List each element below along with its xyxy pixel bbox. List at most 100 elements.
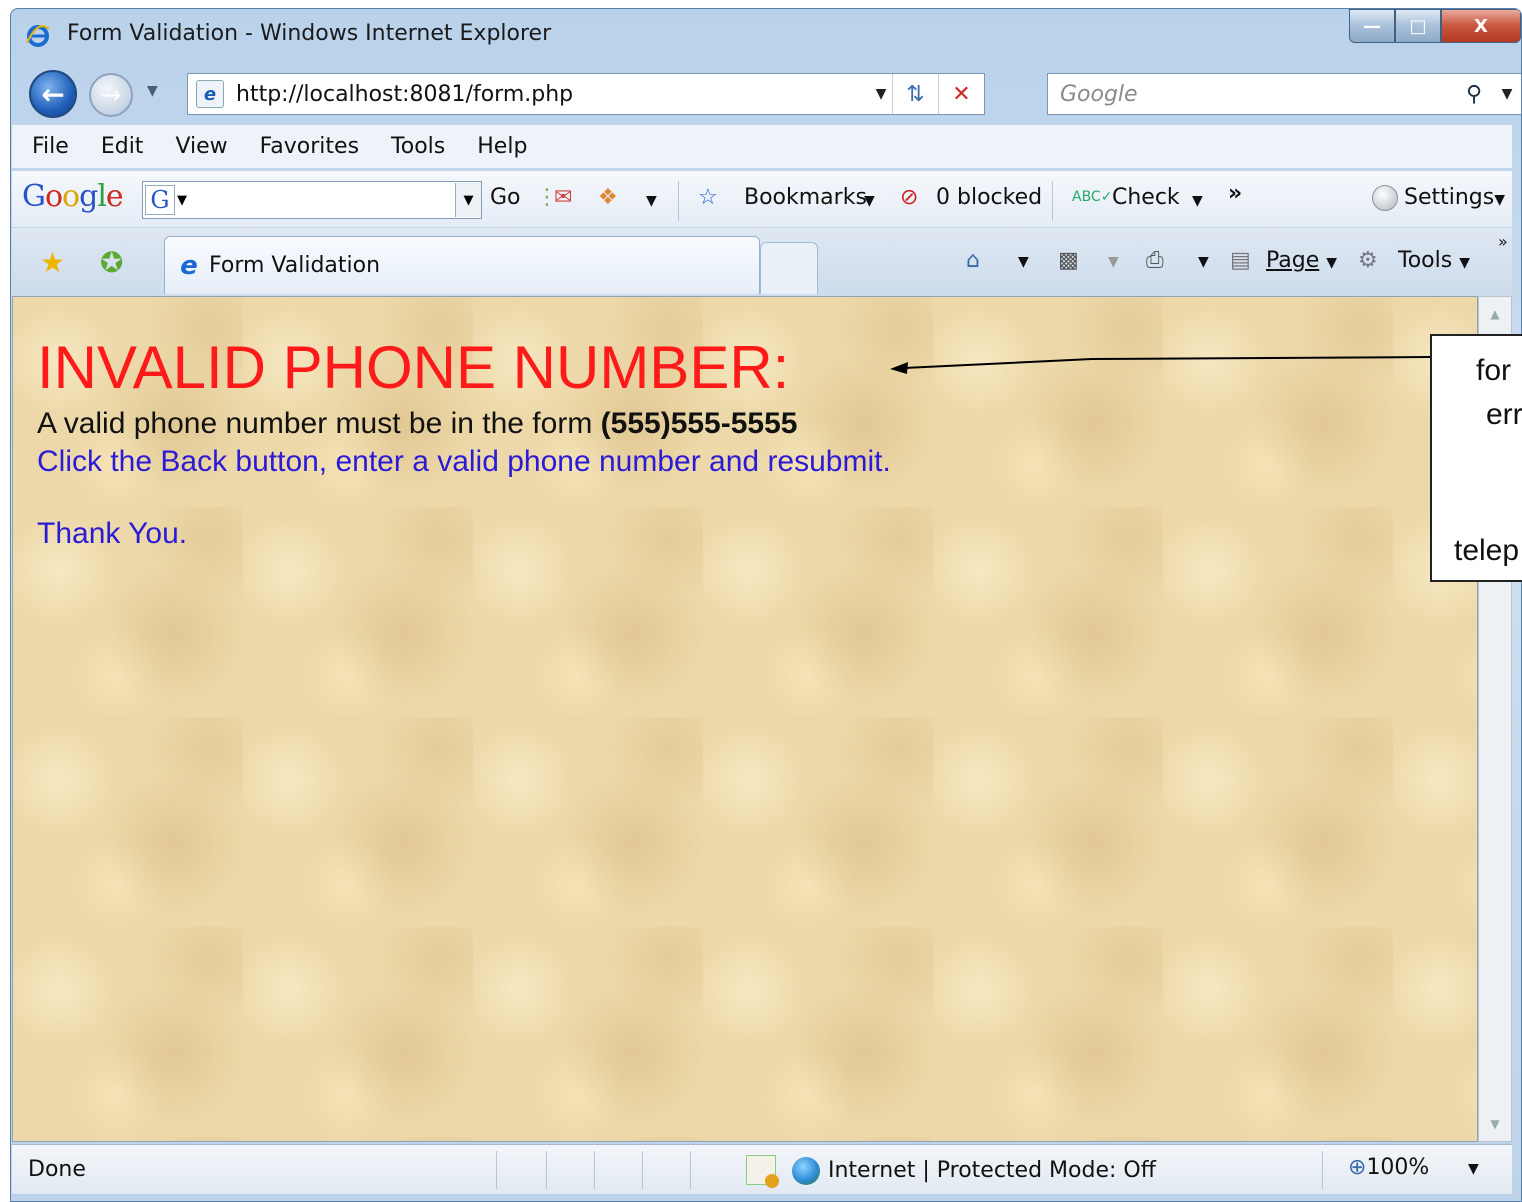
address-bar[interactable]: e http://localhost:8081/form.php ▼ ⇅ ✕ <box>187 73 985 115</box>
back-button[interactable]: ← <box>29 70 77 118</box>
status-divider <box>546 1151 547 1189</box>
toolbar-separator <box>1052 181 1053 221</box>
bookmarks-button[interactable]: Bookmarks <box>744 185 867 210</box>
security-zone[interactable]: Internet | Protected Mode: Off <box>792 1157 1156 1185</box>
menu-edit[interactable]: Edit <box>85 134 160 159</box>
settings-dropdown-icon: ▼ <box>1494 192 1506 208</box>
command-overflow-button[interactable]: » <box>1498 232 1508 251</box>
search-dropdown-icon[interactable]: ▼ <box>1492 86 1521 102</box>
feeds-dropdown-icon[interactable]: ▼ <box>1108 254 1119 270</box>
page-content: INVALID PHONE NUMBER: A valid phone numb… <box>12 296 1478 1142</box>
tab-form-validation[interactable]: e Form Validation <box>164 236 760 294</box>
home-dropdown-icon[interactable]: ▼ <box>1018 254 1029 270</box>
minimize-button[interactable]: — <box>1349 9 1395 43</box>
tab-bar: ★ ✪ e Form Validation ⌂ ▼ ▩ ▼ ⎙ ▼ ▤ Page… <box>12 228 1512 296</box>
status-divider <box>594 1151 595 1189</box>
google-history-dropdown-icon[interactable]: ▼ <box>455 183 481 217</box>
ie-tab-icon: e <box>180 250 198 281</box>
add-favorite-icon[interactable]: ✪ <box>100 246 123 279</box>
print-icon[interactable]: ⎙ <box>1146 248 1164 273</box>
page-icon: e <box>196 80 224 108</box>
search-input[interactable]: Google <box>1060 82 1456 107</box>
history-dropdown-icon[interactable]: ▼ <box>147 83 158 99</box>
forward-button[interactable]: → <box>89 73 133 117</box>
page-menu-label: Page <box>1266 248 1320 273</box>
refresh-button[interactable]: ⇅ <box>892 74 938 114</box>
google-engine-dropdown-icon[interactable]: ▼ <box>177 193 187 208</box>
settings-label: Settings <box>1404 185 1495 210</box>
menu-help[interactable]: Help <box>461 134 543 159</box>
google-search-field[interactable]: G ▼ ▼ <box>142 181 482 219</box>
callout-line-1: for <box>1476 354 1512 387</box>
settings-icon <box>1372 185 1398 211</box>
maximize-icon: □ <box>1409 15 1427 37</box>
menu-tools[interactable]: Tools <box>375 134 461 159</box>
page-menu-button[interactable]: Page ▼ <box>1266 248 1337 273</box>
thank-you-text: Thank You. <box>37 517 188 550</box>
back-instruction: Click the Back button, enter a valid pho… <box>37 445 891 478</box>
search-box[interactable]: Google ⚲ ▼ <box>1047 73 1521 115</box>
tab-label: Form Validation <box>209 253 381 278</box>
settings-button[interactable]: Settings▼ <box>1372 185 1505 211</box>
check-dropdown-icon[interactable]: ▼ <box>1192 193 1203 209</box>
google-g-icon: G <box>145 185 175 215</box>
menu-view[interactable]: View <box>159 134 243 159</box>
tools-menu-button[interactable]: Tools ▼ <box>1398 248 1470 273</box>
error-heading: INVALID PHONE NUMBER: <box>37 334 790 401</box>
puzzle-icon[interactable]: ❖ <box>598 185 618 210</box>
toolbar-overflow-button[interactable]: » <box>1228 181 1242 206</box>
print-dropdown-icon[interactable]: ▼ <box>1198 254 1209 270</box>
refresh-icon: ⇅ <box>906 81 925 107</box>
internet-globe-icon <box>792 1157 820 1185</box>
search-icon[interactable]: ⚲ <box>1456 82 1492 107</box>
zoom-icon: ⊕ <box>1348 1155 1367 1180</box>
toolbar-separator <box>678 181 679 221</box>
puzzle-dropdown-icon[interactable]: ▼ <box>646 193 657 209</box>
page-icon: ▤ <box>1230 248 1251 273</box>
status-divider <box>496 1151 497 1189</box>
security-report-icon[interactable] <box>746 1155 779 1188</box>
tools-dropdown-icon: ▼ <box>1459 255 1470 271</box>
popup-blocked-button[interactable]: 0 blocked <box>936 185 1042 210</box>
scroll-down-icon[interactable]: ▼ <box>1479 1117 1511 1131</box>
scroll-up-icon[interactable]: ▲ <box>1479 307 1511 321</box>
window-title: Form Validation - Windows Internet Explo… <box>67 21 552 46</box>
callout-line-3: telep <box>1454 534 1520 567</box>
status-divider <box>1322 1151 1323 1189</box>
zoom-dropdown-icon[interactable]: ▼ <box>1468 1161 1479 1177</box>
close-button[interactable]: X <box>1441 9 1521 43</box>
bookmarks-dropdown-icon[interactable]: ▼ <box>864 193 875 209</box>
bookmarks-star-icon: ☆ <box>698 185 718 210</box>
url-input[interactable]: http://localhost:8081/form.php <box>236 82 870 107</box>
window-controls: — □ X <box>1349 9 1521 43</box>
callout-line-2: err <box>1486 398 1522 431</box>
google-go-button[interactable]: Go <box>490 185 521 210</box>
maximize-button[interactable]: □ <box>1395 9 1441 43</box>
format-rule-prefix: A valid phone number must be in the form <box>37 407 601 440</box>
favorites-center-icon[interactable]: ★ <box>40 246 65 279</box>
new-tab-button[interactable] <box>760 242 818 294</box>
stop-icon: ✕ <box>952 81 971 107</box>
ie-logo-icon <box>25 23 51 49</box>
check-button[interactable]: Check <box>1112 185 1180 210</box>
google-logo: Google <box>22 179 124 214</box>
format-example: (555)555-5555 <box>600 407 798 440</box>
tools-menu-label: Tools <box>1398 248 1453 273</box>
callout-box: for err telep <box>1430 334 1522 582</box>
status-divider <box>690 1151 691 1189</box>
zoom-level[interactable]: ⊕100% <box>1348 1155 1429 1180</box>
menu-favorites[interactable]: Favorites <box>244 134 375 159</box>
news-icon[interactable]: ✉ <box>554 185 572 210</box>
popup-blocker-icon: ⊘ <box>900 185 919 210</box>
menu-file[interactable]: File <box>12 134 85 159</box>
spellcheck-icon: ABC✓ <box>1072 189 1113 205</box>
home-icon[interactable]: ⌂ <box>966 248 980 273</box>
status-divider <box>642 1151 643 1189</box>
format-rule-text: A valid phone number must be in the form… <box>37 407 797 441</box>
minimize-icon: — <box>1363 15 1381 37</box>
url-dropdown-icon[interactable]: ▼ <box>870 86 892 102</box>
stop-button[interactable]: ✕ <box>938 74 984 114</box>
feeds-icon[interactable]: ▩ <box>1058 248 1079 273</box>
menu-bar: File Edit View Favorites Tools Help <box>12 124 1512 168</box>
google-toolbar: Google G ▼ ▼ Go ⋮ ✉ ❖ ▼ ☆ Bookmarks ▼ ⊘ … <box>12 170 1512 228</box>
